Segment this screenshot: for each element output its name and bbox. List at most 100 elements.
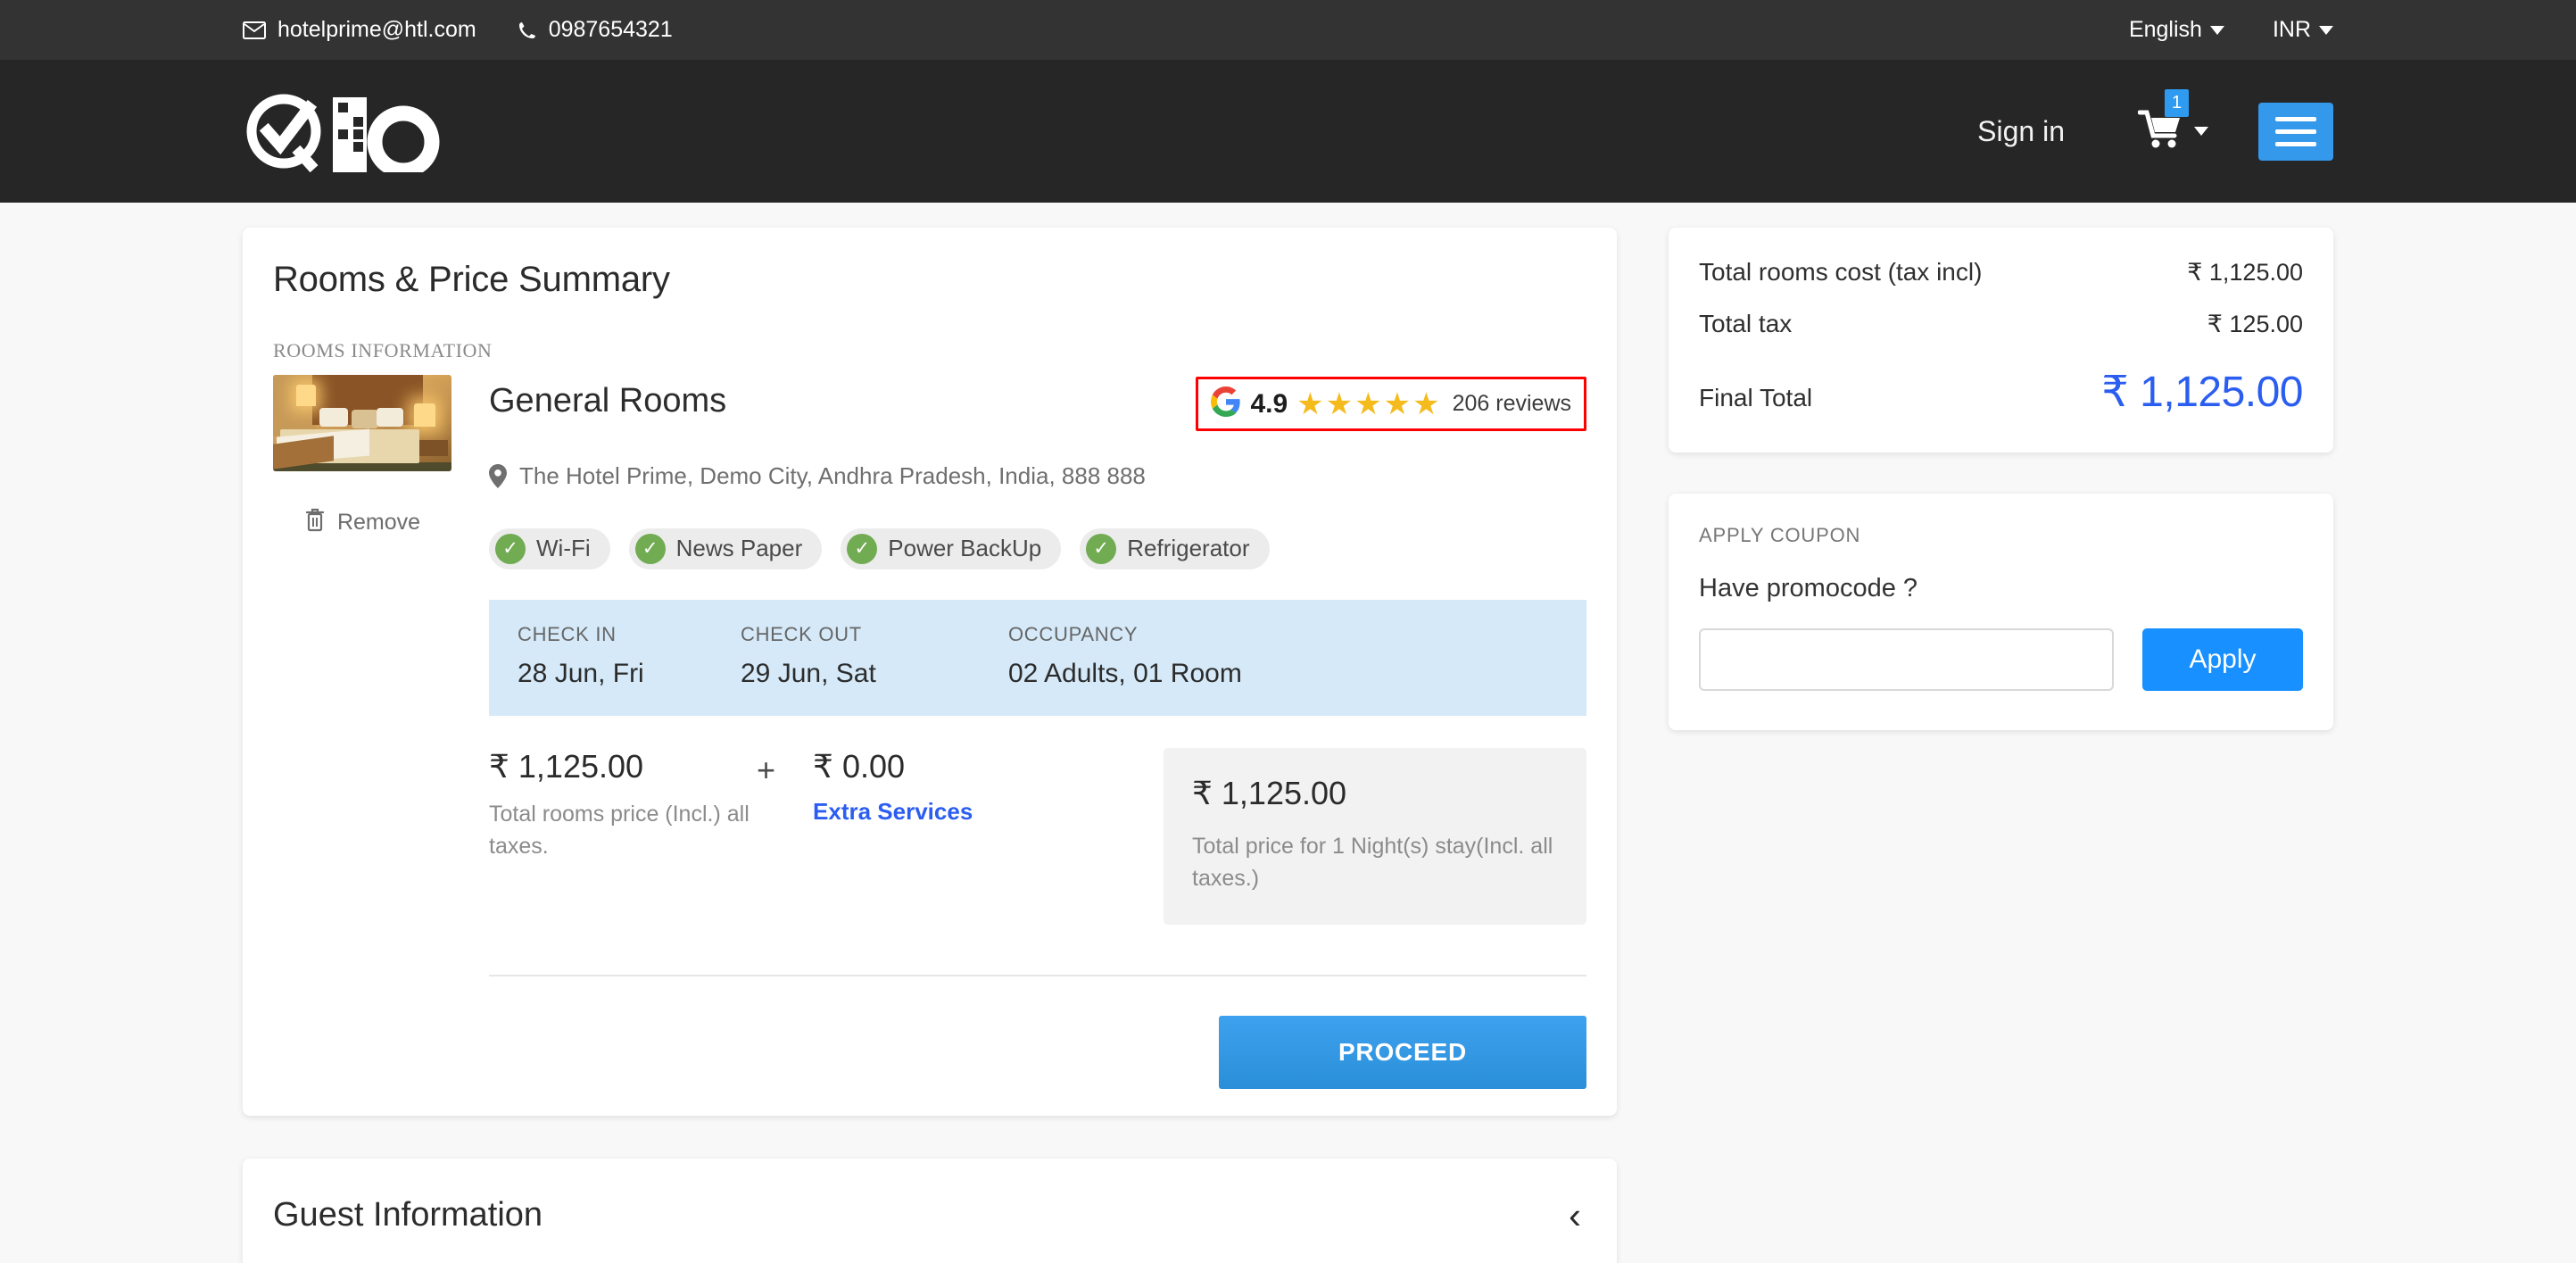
page-title: Rooms & Price Summary [273,260,1586,300]
rating-score: 4.9 [1250,389,1288,420]
check-out-label: CHECK OUT [741,623,1008,646]
check-circle-icon: ✓ [635,534,666,564]
plus-operator: + [757,752,775,789]
room-thumbnail-image [273,375,451,471]
page-body: Rooms & Price Summary ROOMS INFORMATION [0,203,2576,1263]
rooms-price-caption: Total rooms price (Incl.) all taxes. [489,798,757,863]
promocode-question: Have promocode ? [1699,574,2303,603]
proceed-button[interactable]: PROCEED [1219,1016,1586,1089]
guest-information-title: Guest Information [273,1196,543,1234]
site-logo[interactable] [243,90,462,172]
check-in-label: CHECK IN [518,623,741,646]
total-price-caption: Total price for 1 Night(s) stay(Incl. al… [1192,830,1558,895]
phone-icon [518,21,537,40]
final-total-row: Final Total ₹ 1,125.00 [1699,367,2303,417]
star-icon: ★ [1354,389,1381,420]
check-circle-icon: ✓ [1086,534,1116,564]
occupancy-block: OCCUPANCY 02 Adults, 01 Room [1008,623,1242,689]
check-circle-icon: ✓ [495,534,526,564]
apply-coupon-button[interactable]: Apply [2142,628,2303,691]
topbar-contact-group: hotelprime@htl.com 0987654321 [243,17,673,43]
promocode-input[interactable] [1699,628,2114,691]
price-summary-card: Total rooms cost (tax incl) ₹ 1,125.00 T… [1669,228,2333,453]
extra-services-amount: ₹ 0.00 [813,748,1081,785]
contact-phone[interactable]: 0987654321 [518,17,673,43]
guest-information-card[interactable]: Guest Information ‹ [243,1159,1617,1263]
room-media-column: Remove [273,375,451,1089]
hotel-address: The Hotel Prime, Demo City, Andhra Prade… [489,460,1167,498]
remove-label: Remove [337,510,420,536]
main-column: Rooms & Price Summary ROOMS INFORMATION [243,228,1617,1263]
extra-services-link[interactable]: Extra Services [813,798,1081,826]
star-icon: ★ [1326,389,1353,420]
cart-count-badge: 1 [2165,89,2189,117]
amenity-chip: ✓ News Paper [629,528,823,569]
chevron-left-icon[interactable]: ‹ [1569,1197,1581,1234]
room-details-column: General Rooms 4.9 [451,375,1586,1089]
star-icon: ★ [1296,389,1323,420]
total-price-amount: ₹ 1,125.00 [1192,775,1558,812]
apply-coupon-kicker: APPLY COUPON [1699,524,2303,547]
envelope-icon [243,21,266,39]
hotel-address-text: The Hotel Prime, Demo City, Andhra Prade… [519,460,1146,498]
summary-row: Total tax ₹ 125.00 [1699,310,2303,338]
cart-button[interactable]: 1 [2138,109,2208,154]
contact-email[interactable]: hotelprime@htl.com [243,17,476,43]
currency-label: INR [2273,17,2311,43]
remove-room-button[interactable]: Remove [273,507,451,538]
price-breakdown-row: ₹ 1,125.00 Total rooms price (Incl.) all… [489,748,1586,926]
currency-selector[interactable]: INR [2273,17,2333,43]
room-row: Remove General Rooms [273,375,1586,1089]
contact-email-text: hotelprime@htl.com [277,17,476,43]
rooms-price-amount: ₹ 1,125.00 [489,748,757,785]
chevron-down-icon [2319,26,2333,35]
room-header: General Rooms 4.9 [489,375,1586,431]
rooms-price-summary-card: Rooms & Price Summary ROOMS INFORMATION [243,228,1617,1116]
sign-in-button[interactable]: Sign in [1977,115,2065,148]
trash-icon [304,507,326,538]
amenity-chip: ✓ Refrigerator [1080,528,1269,569]
apply-coupon-card: APPLY COUPON Have promocode ? Apply [1669,494,2333,730]
summary-row-value: ₹ 1,125.00 [2187,259,2303,287]
hamburger-bar [2275,142,2316,146]
language-selector[interactable]: English [2129,17,2224,43]
room-name: General Rooms [489,375,726,420]
amenity-label: Refrigerator [1127,535,1249,562]
hamburger-bar [2275,129,2316,134]
rooms-price-block: ₹ 1,125.00 Total rooms price (Incl.) all… [489,748,757,863]
rating-reviews-count: 206 reviews [1453,391,1571,417]
location-pin-icon [489,460,507,498]
check-in-block: CHECK IN 28 Jun, Fri [518,623,741,689]
language-label: English [2129,17,2202,43]
contact-phone-text: 0987654321 [549,17,673,43]
check-out-value: 29 Jun, Sat [741,659,1008,689]
amenity-label: News Paper [676,535,803,562]
star-icon: ★ [1412,389,1439,420]
occupancy-value: 02 Adults, 01 Room [1008,659,1242,689]
topbar-selectors: English INR [2129,17,2333,43]
total-price-box: ₹ 1,125.00 Total price for 1 Night(s) st… [1164,748,1586,926]
final-total-value: ₹ 1,125.00 [2101,367,2303,417]
chevron-down-icon [2210,26,2224,35]
google-rating-badge[interactable]: 4.9 ★ ★ ★ ★ ★ 206 reviews [1196,377,1586,431]
star-icon: ★ [1384,389,1411,420]
rating-stars: ★ ★ ★ ★ ★ [1296,389,1439,420]
sidebar-column: Total rooms cost (tax incl) ₹ 1,125.00 T… [1669,228,2333,730]
amenity-label: Wi-Fi [536,535,591,562]
summary-row-label: Total tax [1699,310,1792,338]
extra-services-block: ₹ 0.00 Extra Services [813,748,1081,826]
amenities-list: ✓ Wi-Fi ✓ News Paper ✓ Power BackUp ✓ [489,528,1586,569]
proceed-row: PROCEED [489,1016,1586,1089]
final-total-label: Final Total [1699,384,1812,412]
hamburger-bar [2275,117,2316,121]
coupon-input-row: Apply [1699,628,2303,691]
check-circle-icon: ✓ [847,534,877,564]
chevron-down-icon [2194,127,2208,136]
google-g-icon [1211,386,1241,421]
occupancy-label: OCCUPANCY [1008,623,1242,646]
summary-row: Total rooms cost (tax incl) ₹ 1,125.00 [1699,258,2303,287]
summary-row-value: ₹ 125.00 [2207,311,2303,338]
amenity-label: Power BackUp [888,535,1041,562]
summary-row-label: Total rooms cost (tax incl) [1699,258,1982,287]
menu-button[interactable] [2258,103,2333,161]
